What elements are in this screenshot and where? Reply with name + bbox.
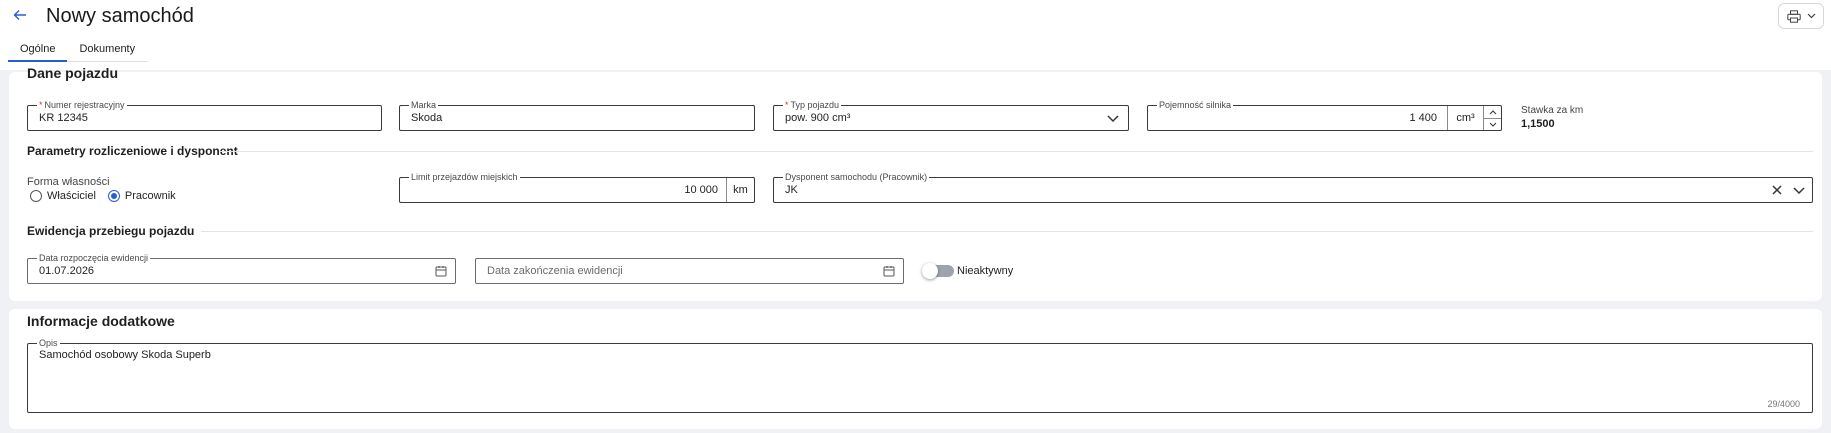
brand-value: Skoda: [411, 112, 443, 124]
radio-owner-circle[interactable]: [30, 190, 42, 202]
radio-employee[interactable]: Pracownik: [107, 190, 176, 202]
mileage-title: Ewidencja przebiegu pojazdu: [27, 224, 195, 238]
vehicle-type-select[interactable]: * Typ pojazdu pow. 900 cm³: [773, 99, 1129, 131]
ownership-radio-group: Właściciel Pracownik: [30, 190, 188, 202]
city-limit-field[interactable]: Limit przejazdów miejskich 10 000 km: [399, 171, 755, 203]
rate-label: Stawka za km: [1521, 105, 1584, 116]
top-bar: Nowy samochód Ogólne Dokumenty: [0, 0, 1831, 70]
char-counter: 29/4000: [1767, 399, 1800, 409]
city-limit-label: Limit przejazdów miejskich: [409, 171, 520, 183]
clear-icon[interactable]: [1770, 183, 1784, 197]
end-date-placeholder: Data zakończenia ewidencji: [487, 265, 623, 277]
mileage-divider: [201, 231, 1813, 232]
stepper-up-icon[interactable]: [1484, 106, 1501, 118]
chevron-down-icon: [1807, 13, 1815, 19]
registration-value: KR 12345: [39, 112, 88, 124]
vehicle-type-value: pow. 900 cm³: [785, 112, 851, 124]
calendar-icon[interactable]: [435, 265, 447, 277]
start-date-value: 01.07.2026: [39, 265, 95, 277]
page-title: Nowy samochód: [46, 5, 194, 27]
inactive-toggle[interactable]: [922, 263, 954, 279]
tab-bar: Ogólne Dokumenty: [8, 38, 148, 62]
city-limit-value: 10 000: [684, 184, 718, 196]
vehicle-card: Dane pojazdu * Numer rejestracyjny KR 123…: [9, 65, 1822, 301]
radio-employee-label: Pracownik: [124, 190, 176, 202]
rate-value: 1,1500: [1521, 118, 1555, 130]
printer-icon: [1786, 9, 1801, 23]
disposer-select[interactable]: Dysponent samochodu (Pracownik) JK: [773, 171, 1813, 203]
city-limit-unit: km: [726, 178, 754, 202]
additional-info-card: Informacje dodatkowe Opis Samochód osobo…: [9, 309, 1822, 429]
additional-section-title: Informacje dodatkowe: [27, 313, 175, 329]
start-date-field[interactable]: Data rozpoczęcia ewidencji 01.07.2026: [27, 252, 456, 284]
back-arrow-icon[interactable]: [8, 4, 32, 28]
engine-stepper: [1483, 106, 1501, 130]
chevron-down-icon[interactable]: [1106, 111, 1120, 125]
ownership-label: Forma własności: [27, 176, 110, 188]
tab-documents[interactable]: Dokumenty: [67, 38, 148, 62]
calendar-icon[interactable]: [883, 265, 895, 277]
engine-unit: cm³: [1447, 106, 1483, 130]
disposer-value: JK: [785, 184, 798, 196]
inactive-label: Nieaktywny: [957, 265, 1014, 277]
vehicle-section-title: Dane pojazdu: [27, 65, 118, 81]
disposer-label: Dysponent samochodu (Pracownik): [783, 171, 930, 183]
radio-employee-circle[interactable]: [107, 190, 120, 202]
description-textarea[interactable]: Opis Samochód osobowy Skoda Superb 29/40…: [27, 337, 1813, 413]
stepper-down-icon[interactable]: [1484, 118, 1501, 130]
radio-owner-label: Właściciel: [47, 190, 96, 202]
registration-field[interactable]: * Numer rejestracyjny KR 12345: [27, 99, 382, 131]
engine-capacity-field[interactable]: Pojemność silnika 1 400 cm³: [1147, 99, 1502, 131]
brand-field[interactable]: Marka Skoda: [399, 99, 755, 131]
end-date-field[interactable]: Data zakończenia ewidencji: [475, 258, 904, 284]
vehicle-section-title-text: Dane pojazdu: [27, 65, 119, 81]
settlement-divider: [219, 151, 1813, 152]
print-button[interactable]: [1778, 3, 1824, 29]
settlement-title: Parametry rozliczeniowe i dysponent: [27, 144, 238, 158]
chevron-down-icon[interactable]: [1792, 183, 1806, 197]
radio-owner[interactable]: Właściciel: [30, 190, 96, 202]
engine-capacity-label: Pojemność silnika: [1157, 99, 1234, 111]
engine-capacity-value: 1 400: [1409, 112, 1437, 124]
tab-general[interactable]: Ogólne: [8, 38, 68, 62]
description-value: Samochód osobowy Skoda Superb: [39, 349, 211, 361]
